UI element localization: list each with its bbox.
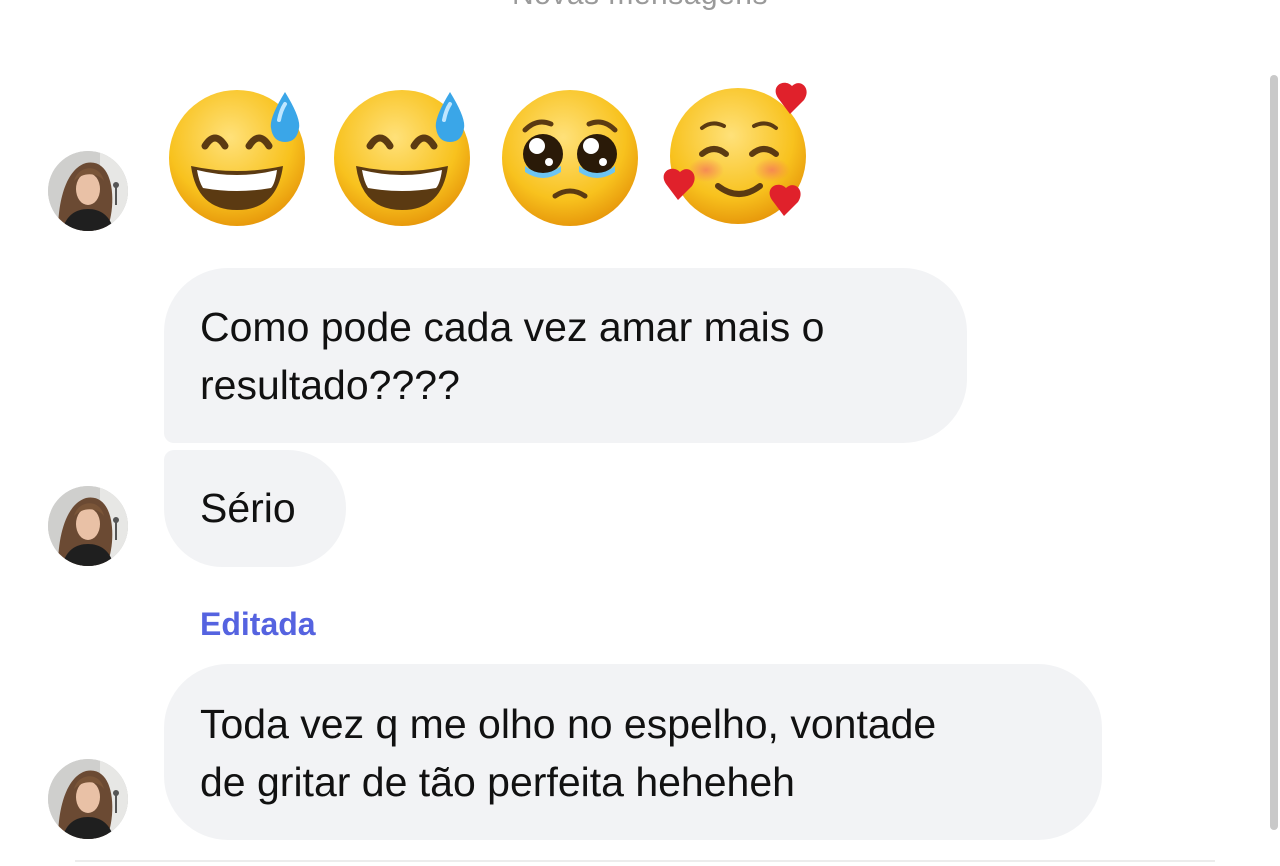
message-text-line: resultado???? xyxy=(200,362,460,408)
contact-avatar[interactable] xyxy=(48,759,128,839)
avatar-photo xyxy=(48,486,128,566)
message-bubble[interactable]: Toda vez q me olho no espelho, vontade d… xyxy=(164,664,1102,840)
message-text-line: Toda vez q me olho no espelho, vontade xyxy=(200,701,937,747)
smiling-face-with-hearts-emoji xyxy=(663,82,807,224)
pleading-face-emoji xyxy=(502,90,638,226)
message-bubble[interactable]: Sério xyxy=(164,450,346,567)
message-text-line: de gritar de tão perfeita heheheh xyxy=(200,759,795,805)
grinning-face-with-sweat-emoji xyxy=(169,90,305,226)
avatar-photo xyxy=(48,151,128,231)
message-text-line: Como pode cada vez amar mais o xyxy=(200,304,825,350)
divider xyxy=(75,860,1215,862)
chat-screen: Novas mensagens xyxy=(0,0,1280,866)
contact-avatar[interactable] xyxy=(48,486,128,566)
grinning-face-with-sweat-emoji xyxy=(334,90,470,226)
edited-label: Editada xyxy=(200,606,316,642)
message-text-line: Sério xyxy=(200,485,296,531)
new-messages-divider-label: Novas mensagens xyxy=(0,0,1280,12)
scrollbar[interactable] xyxy=(1270,75,1278,830)
message-bubble[interactable]: Como pode cada vez amar mais o resultado… xyxy=(164,268,967,443)
avatar-photo xyxy=(48,759,128,839)
emoji-message[interactable] xyxy=(165,80,825,230)
contact-avatar[interactable] xyxy=(48,151,128,231)
